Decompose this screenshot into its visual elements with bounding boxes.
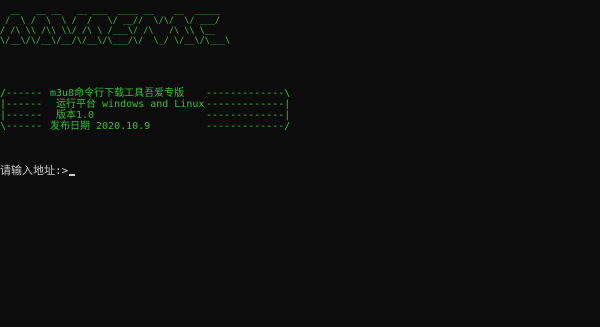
info-line-lead: |------: [0, 110, 43, 121]
command-prompt-line[interactable]: 请输入地址:>: [0, 164, 76, 177]
banner-line: / /\ \\ /\\ \\/ /\ \ /___\/ /\ /\ \\ \__: [0, 26, 231, 36]
info-line-version: |------ 版本1.0 -------------|: [0, 110, 292, 121]
ascii-banner-art: __ __ __ __ ___ ____ __ __ _____ / \ / \…: [0, 6, 235, 46]
info-line-trail: -------------\: [206, 88, 291, 99]
info-line-trail: -------------/: [206, 121, 291, 132]
info-line-lead: \------: [0, 121, 43, 132]
info-line-lead: /------: [0, 88, 43, 99]
prompt-label: 请输入地址:>: [0, 164, 69, 177]
info-line-trail: -------------|: [206, 99, 291, 110]
banner-line: \/__\/\/__\/__/\/__\/\___/\/ \_/ \/__\/\…: [0, 36, 236, 46]
info-line-title: /------ m3u8命令行下载工具吾爱专版 -------------\: [0, 88, 292, 99]
info-platform-text: 运行平台 windows and Linux: [50, 99, 205, 110]
banner-line: __ __ __ __ ___ ____ __ __ _____: [0, 6, 231, 16]
info-line-trail: -------------|: [206, 110, 291, 121]
text-cursor[interactable]: [69, 174, 76, 176]
info-title-text: m3u8命令行下载工具吾爱专版: [50, 88, 185, 99]
banner-line: / \ / \ \ / / \/ __// \/\/ \/ ___/: [0, 16, 231, 26]
info-release-date-text: 发布日期 2020.10.9: [50, 121, 151, 132]
console-window[interactable]: __ __ __ __ ___ ____ __ __ _____ / \ / \…: [0, 0, 600, 327]
info-line-platform: |------ 运行平台 windows and Linux ---------…: [0, 99, 292, 110]
info-line-lead: |------: [0, 99, 43, 110]
info-box: /------ m3u8命令行下载工具吾爱专版 -------------\ |…: [0, 88, 292, 132]
info-version-text: 版本1.0: [50, 110, 95, 121]
info-line-release-date: \------ 发布日期 2020.10.9 -------------/: [0, 121, 292, 132]
